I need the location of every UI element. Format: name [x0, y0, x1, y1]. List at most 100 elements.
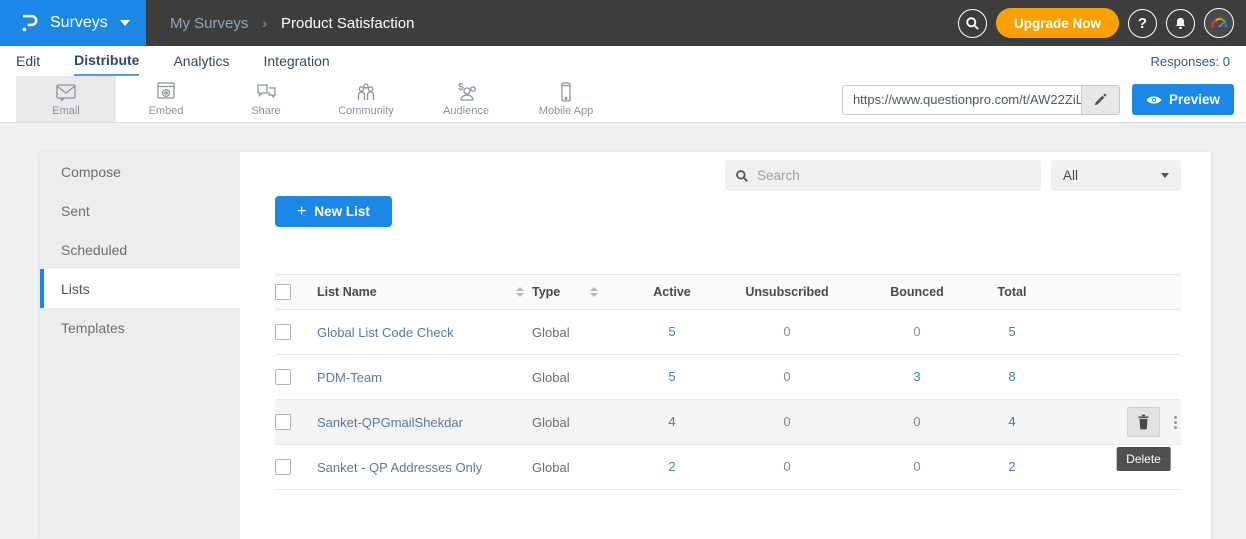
- row-more-menu[interactable]: [1174, 416, 1177, 429]
- search-filter-row: All: [725, 160, 1181, 191]
- tab-distribute[interactable]: Distribute: [74, 46, 139, 76]
- col-header-total: Total: [972, 285, 1052, 299]
- header-actions: Upgrade Now ?: [958, 0, 1234, 46]
- distribute-toolbar: Email Embed Share Community $: [0, 76, 1246, 123]
- sidebar-item-templates[interactable]: Templates: [40, 308, 240, 347]
- sidebar-item-scheduled[interactable]: Scheduled: [40, 230, 240, 269]
- row-checkbox[interactable]: [275, 369, 291, 385]
- select-all-checkbox[interactable]: [275, 284, 291, 300]
- sort-list-name-icon[interactable]: [516, 287, 524, 297]
- row-checkbox[interactable]: [275, 414, 291, 430]
- count-value[interactable]: 2: [1008, 459, 1015, 474]
- search-input[interactable]: [757, 168, 1031, 183]
- count-value[interactable]: 8: [1008, 369, 1015, 384]
- list-name-link[interactable]: PDM-Team: [317, 370, 382, 385]
- survey-url-group: https://www.questionpro.com/t/AW22ZiLz6 …: [842, 84, 1234, 115]
- user-avatar[interactable]: [1204, 8, 1234, 38]
- chevron-down-icon: [120, 20, 130, 26]
- col-header-unsubscribed: Unsubscribed: [712, 285, 862, 299]
- table-header-row: List Name Type Active Unsubscribed Bounc…: [275, 274, 1181, 310]
- new-list-button[interactable]: + New List: [275, 196, 392, 227]
- sidebar-item-sent[interactable]: Sent: [40, 191, 240, 230]
- channel-label: Embed: [149, 105, 184, 117]
- channel-audience[interactable]: $ Audience: [416, 76, 516, 122]
- channel-embed[interactable]: Embed: [116, 76, 216, 122]
- product-menu-label: Surveys: [50, 14, 108, 32]
- breadcrumb-my-surveys[interactable]: My Surveys: [170, 15, 248, 32]
- trash-icon: [1136, 414, 1151, 430]
- channel-label: Email: [52, 105, 80, 117]
- count-value[interactable]: 4: [1008, 414, 1015, 429]
- sort-type-icon[interactable]: [590, 287, 598, 297]
- embed-icon: [154, 81, 178, 103]
- table-row[interactable]: Global List Code CheckGlobal5005: [275, 310, 1181, 355]
- channel-label: Share: [251, 105, 280, 117]
- notifications-button[interactable]: [1166, 9, 1195, 38]
- sidebar-item-compose[interactable]: Compose: [40, 152, 240, 191]
- pencil-icon: [1093, 93, 1107, 107]
- delete-list-button[interactable]: Delete: [1127, 407, 1160, 437]
- tab-edit[interactable]: Edit: [16, 46, 40, 76]
- email-icon: [54, 81, 78, 103]
- upgrade-now-button[interactable]: Upgrade Now: [996, 8, 1119, 38]
- count-value[interactable]: 5: [668, 324, 675, 339]
- preview-label: Preview: [1169, 92, 1220, 107]
- row-checkbox[interactable]: [275, 459, 291, 475]
- new-list-label: New List: [314, 204, 370, 219]
- channel-label: Community: [338, 105, 394, 117]
- app-header: Surveys My Surveys › Product Satisfactio…: [0, 0, 1246, 46]
- tab-analytics[interactable]: Analytics: [173, 46, 229, 76]
- count-value: 0: [783, 414, 790, 429]
- surveys-menu[interactable]: Surveys: [0, 0, 146, 46]
- bell-icon: [1173, 16, 1188, 31]
- channel-email[interactable]: Email: [16, 76, 116, 122]
- community-icon: [354, 81, 378, 103]
- search-icon: [735, 169, 749, 183]
- count-value[interactable]: 5: [1008, 324, 1015, 339]
- search-icon: [965, 16, 980, 31]
- breadcrumb-separator: ›: [262, 15, 267, 31]
- eye-icon: [1146, 94, 1162, 106]
- list-name-link[interactable]: Sanket - QP Addresses Only: [317, 460, 482, 475]
- list-name-link[interactable]: Sanket-QPGmailShekdar: [317, 415, 463, 430]
- plus-icon: +: [297, 203, 306, 221]
- table-row[interactable]: Sanket-QPGmailShekdarGlobal4004 Delete: [275, 400, 1181, 445]
- count-value[interactable]: 3: [913, 369, 920, 384]
- list-type-filter[interactable]: All: [1051, 160, 1181, 191]
- col-header-type[interactable]: Type: [532, 285, 560, 299]
- count-value[interactable]: 2: [668, 459, 675, 474]
- channel-label: Audience: [443, 105, 489, 117]
- email-sidebar: ComposeSentScheduledListsTemplates: [40, 152, 240, 539]
- tab-integration[interactable]: Integration: [264, 46, 330, 76]
- table-row[interactable]: Sanket - QP Addresses OnlyGlobal2002: [275, 445, 1181, 490]
- question-mark-icon: ?: [1138, 15, 1147, 32]
- row-checkbox[interactable]: [275, 324, 291, 340]
- count-value: 0: [783, 324, 790, 339]
- lists-panel: ComposeSentScheduledListsTemplates All +…: [40, 152, 1211, 539]
- global-search-button[interactable]: [958, 9, 987, 38]
- channel-mobile-app[interactable]: Mobile App: [516, 76, 616, 122]
- responses-count: Responses: 0: [1151, 54, 1231, 69]
- count-value[interactable]: 5: [668, 369, 675, 384]
- channel-list: Email Embed Share Community $: [16, 76, 616, 122]
- count-value[interactable]: 4: [668, 414, 675, 429]
- count-value: 0: [913, 459, 920, 474]
- edit-url-button[interactable]: [1081, 86, 1119, 114]
- table-row[interactable]: PDM-TeamGlobal5038: [275, 355, 1181, 400]
- dashboard-gauge-icon: [1209, 13, 1229, 33]
- list-name-link[interactable]: Global List Code Check: [317, 325, 454, 340]
- breadcrumb: My Surveys › Product Satisfaction: [170, 0, 414, 46]
- channel-share[interactable]: Share: [216, 76, 316, 122]
- list-type: Global: [532, 325, 570, 340]
- list-search-box[interactable]: [725, 160, 1041, 191]
- sidebar-item-lists[interactable]: Lists: [40, 269, 240, 308]
- col-header-list-name[interactable]: List Name: [317, 285, 377, 299]
- filter-selected-value: All: [1063, 168, 1078, 183]
- list-type: Global: [532, 370, 570, 385]
- count-value: 0: [913, 414, 920, 429]
- preview-button[interactable]: Preview: [1132, 84, 1234, 115]
- channel-community[interactable]: Community: [316, 76, 416, 122]
- survey-url-field[interactable]: https://www.questionpro.com/t/AW22ZiLz6: [842, 85, 1120, 115]
- audience-icon: $: [454, 81, 478, 103]
- help-button[interactable]: ?: [1128, 9, 1157, 38]
